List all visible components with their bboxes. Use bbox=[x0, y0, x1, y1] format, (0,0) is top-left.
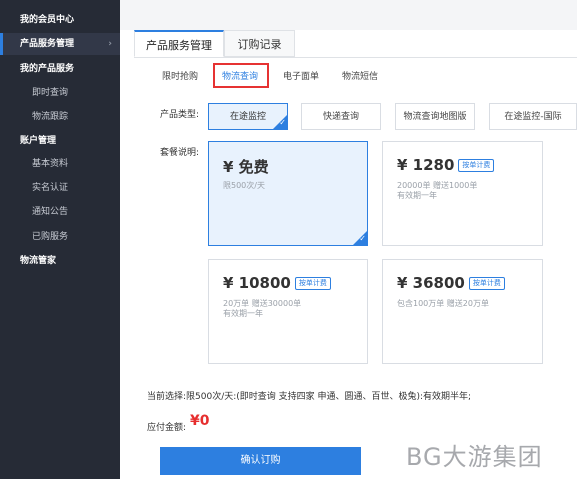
sidebar-item-label: 我的产品服务 bbox=[20, 64, 75, 74]
top-strip bbox=[120, 0, 577, 30]
plan-card-free[interactable]: ¥ 免费 限500次/天 ✓ bbox=[208, 141, 368, 246]
type-option-map-query[interactable]: 物流查询地图版 bbox=[395, 103, 475, 130]
payable-label: 应付金额: bbox=[147, 423, 187, 433]
chevron-right-icon: › bbox=[108, 39, 112, 49]
plan-detail: 限500次/天 bbox=[223, 181, 265, 190]
sidebar-item-label: 账户管理 bbox=[20, 136, 57, 146]
plan-card-1280[interactable]: ¥ 1280 按单计费 20000单 赠送1000单 有效期一年 bbox=[382, 141, 543, 246]
sidebar-item-label: 物流跟踪 bbox=[32, 112, 69, 122]
sidebar-item-logistics-tracking[interactable]: 物流跟踪 bbox=[0, 106, 120, 128]
subtab-label: 限时抢购 bbox=[162, 72, 199, 82]
sidebar-item-label: 实名认证 bbox=[32, 183, 69, 193]
plan-detail: 包含100万单 赠送20万单 bbox=[397, 299, 489, 308]
sidebar-item-member-center[interactable]: 我的会员中心 bbox=[0, 9, 120, 31]
option-label: 物流查询地图版 bbox=[403, 112, 467, 122]
subtab-label: 物流短信 bbox=[342, 72, 379, 82]
option-label: 快递查询 bbox=[322, 112, 359, 122]
sidebar-item-real-name-auth[interactable]: 实名认证 bbox=[0, 177, 120, 199]
tab-label: 产品服务管理 bbox=[146, 39, 212, 52]
product-type-label: 产品类型: bbox=[160, 110, 200, 120]
sidebar-item-announcements[interactable]: 通知公告 bbox=[0, 201, 120, 223]
plan-card-10800[interactable]: ¥ 10800 按单计费 20万单 赠送30000单 有效期一年 bbox=[208, 259, 368, 364]
price-text: ¥ 36800 bbox=[397, 274, 465, 292]
highlight-box bbox=[213, 63, 269, 88]
sidebar-item-label: 通知公告 bbox=[32, 207, 69, 217]
sidebar-item-label: 即时查询 bbox=[32, 88, 69, 98]
price-text: ¥ 免费 bbox=[223, 158, 269, 176]
billing-badge: 按单计费 bbox=[294, 277, 331, 290]
type-option-international[interactable]: 在途监控-国际 bbox=[489, 103, 577, 130]
plan-card-36800[interactable]: ¥ 36800 按单计费 包含100万单 赠送20万单 bbox=[382, 259, 543, 364]
plan-price: ¥ 免费 bbox=[223, 156, 269, 177]
subtab-label: 电子面单 bbox=[283, 72, 320, 82]
sidebar-item-purchased-services[interactable]: 已购服务 bbox=[0, 226, 120, 248]
sidebar-item-label: 产品服务管理 bbox=[20, 39, 75, 49]
sidebar-item-label: 基本资料 bbox=[32, 159, 69, 169]
plan-validity: 有效期一年 bbox=[397, 191, 437, 200]
payable-amount: ¥0 bbox=[190, 413, 210, 429]
type-option-express-query[interactable]: 快递查询 bbox=[301, 103, 381, 130]
sidebar: 我的会员中心 产品服务管理 › 我的产品服务 即时查询 物流跟踪 账户管理 基本资… bbox=[0, 0, 120, 479]
sidebar-item-label: 我的会员中心 bbox=[20, 15, 75, 25]
plan-validity: 有效期一年 bbox=[223, 309, 263, 318]
subtab-logistics-sms[interactable]: 物流短信 bbox=[342, 68, 378, 86]
confirm-order-button[interactable]: 确认订购 bbox=[160, 447, 361, 475]
current-selection-text: 当前选择:限500次/天:(即时查询 支持四家 申通、圆通、百世、极兔):有效期… bbox=[147, 392, 472, 402]
sidebar-item-label: 物流管家 bbox=[20, 256, 57, 266]
check-glyph: ✓ bbox=[359, 234, 366, 243]
check-glyph: ✓ bbox=[279, 118, 286, 127]
check-icon: ✓ bbox=[353, 231, 367, 245]
plan-price: ¥ 36800 按单计费 bbox=[397, 274, 505, 292]
plan-price: ¥ 1280 按单计费 bbox=[397, 156, 495, 174]
subtab-flash-sale[interactable]: 限时抢购 bbox=[162, 68, 198, 86]
price-text: ¥ 1280 bbox=[397, 156, 455, 174]
tab-product-service-management[interactable]: 产品服务管理 bbox=[134, 30, 224, 57]
sidebar-item-product-service-management[interactable]: 产品服务管理 › bbox=[0, 33, 120, 55]
plan-description-label: 套餐说明: bbox=[160, 148, 200, 158]
option-label: 在途监控-国际 bbox=[504, 112, 562, 122]
sidebar-item-my-product-services[interactable]: 我的产品服务 bbox=[0, 58, 120, 80]
watermark: BG大游集团 bbox=[406, 443, 543, 471]
sidebar-item-basic-info[interactable]: 基本资料 bbox=[0, 153, 120, 175]
option-label: 在途监控 bbox=[229, 112, 266, 122]
sidebar-item-account-management[interactable]: 账户管理 bbox=[0, 130, 120, 152]
sidebar-item-logistics-butler[interactable]: 物流管家 bbox=[0, 250, 120, 272]
billing-badge: 按单计费 bbox=[468, 277, 505, 290]
subtab-e-waybill[interactable]: 电子面单 bbox=[283, 68, 319, 86]
tab-divider bbox=[134, 57, 577, 58]
type-option-in-transit-monitor[interactable]: 在途监控 ✓ bbox=[208, 103, 288, 130]
tab-label: 订购记录 bbox=[237, 38, 282, 51]
sidebar-item-label: 已购服务 bbox=[32, 232, 69, 242]
sidebar-item-instant-query[interactable]: 即时查询 bbox=[0, 82, 120, 104]
content-card: 产品服务管理 订购记录 限时抢购 物流查询 电子面单 物流短信 产品类型: 在途… bbox=[134, 30, 577, 479]
main-panel: 产品服务管理 订购记录 限时抢购 物流查询 电子面单 物流短信 产品类型: 在途… bbox=[120, 0, 577, 479]
tab-order-records[interactable]: 订购记录 bbox=[224, 30, 295, 57]
check-icon: ✓ bbox=[273, 115, 287, 129]
plan-price: ¥ 10800 按单计费 bbox=[223, 274, 331, 292]
billing-badge: 按单计费 bbox=[458, 159, 495, 172]
price-text: ¥ 10800 bbox=[223, 274, 291, 292]
